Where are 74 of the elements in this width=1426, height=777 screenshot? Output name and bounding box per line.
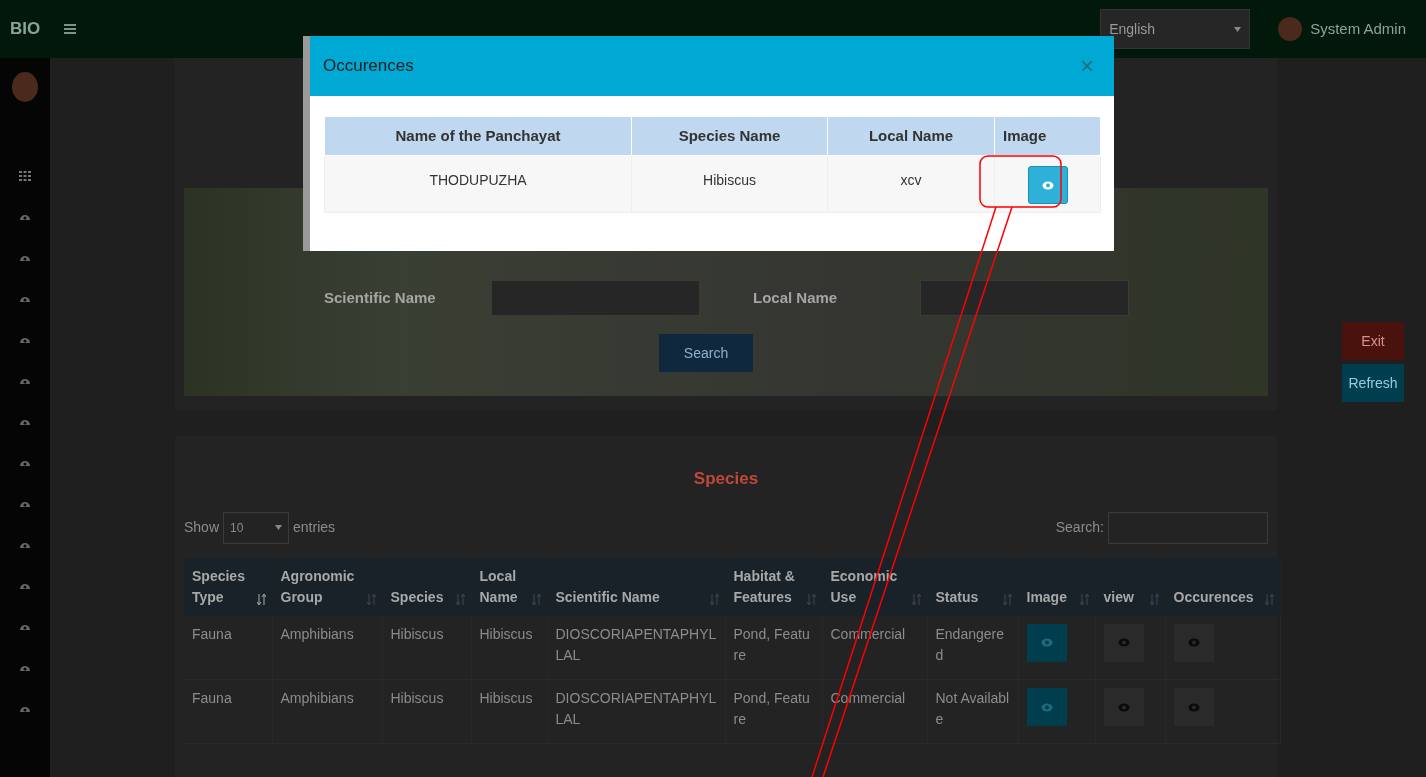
column-header[interactable]: Species <box>382 557 471 616</box>
table-cell: DIOSCORIAPENTAPHYLLAL <box>547 615 725 680</box>
sort-icon <box>911 592 921 606</box>
exit-button[interactable]: Exit <box>1342 322 1404 360</box>
eye-icon <box>1040 702 1053 712</box>
grid-icon[interactable] <box>19 171 31 181</box>
table-cell: Fauna <box>184 615 272 680</box>
sort-icon <box>806 592 816 606</box>
table-cell: Endangered <box>927 615 1018 680</box>
modal-title: Occurences <box>323 55 414 78</box>
column-header[interactable]: Habitat & Features <box>725 557 822 616</box>
column-header: Name of the Panchayat <box>324 116 632 156</box>
caret-icon <box>275 525 283 530</box>
image-button[interactable] <box>1026 623 1067 662</box>
sort-icon <box>1264 592 1274 606</box>
table-cell: Not Available <box>927 679 1018 744</box>
column-header[interactable]: view <box>1095 557 1165 616</box>
search-button[interactable]: Search <box>659 334 753 372</box>
column-header[interactable]: Species Type <box>184 557 272 616</box>
image-button[interactable] <box>1027 166 1068 204</box>
table-cell: Amphibians <box>272 615 382 680</box>
column-header[interactable]: Scientific Name <box>547 557 725 616</box>
sort-icon <box>709 592 719 606</box>
table-cell: Hibiscus <box>382 679 471 744</box>
table-cell: THODUPUZHA <box>324 155 632 213</box>
table-cell: Pond, Feature <box>725 615 822 680</box>
sort-icon <box>1002 592 1012 606</box>
column-header[interactable]: Status <box>927 557 1018 616</box>
search-label: Search: <box>1055 518 1104 537</box>
field-label: Scientific Name <box>324 287 437 308</box>
table-cell: Hibiscus <box>471 615 547 680</box>
avatar-icon <box>12 72 38 102</box>
table-cell: Hibiscus <box>471 679 547 744</box>
sort-icon <box>1149 592 1159 606</box>
panel-title: Species <box>693 468 759 490</box>
input-field[interactable] <box>920 280 1129 316</box>
user-name[interactable]: System Admin <box>1310 17 1406 41</box>
eye-icon <box>1041 180 1054 190</box>
sort-icon <box>366 592 376 606</box>
column-header: Image <box>994 116 1101 156</box>
eye-icon <box>1117 638 1130 647</box>
table-cell: xcv <box>827 155 995 213</box>
sort-icon <box>455 592 465 606</box>
eye-icon <box>1040 638 1053 647</box>
table-cell: Pond, Feature <box>725 679 822 744</box>
eye-icon <box>1187 638 1200 647</box>
table-cell: Hibiscus <box>631 155 828 213</box>
table-cell: Hibiscus <box>382 615 471 680</box>
input-field[interactable] <box>491 280 700 316</box>
sort-icon <box>256 592 266 606</box>
brand-logo: BIO <box>8 18 42 41</box>
caret-icon <box>1234 26 1242 32</box>
sort-icon <box>1079 592 1089 606</box>
table-cell: Fauna <box>184 679 272 744</box>
refresh-button[interactable]: Refresh <box>1342 364 1404 402</box>
eye-icon <box>1187 702 1200 712</box>
image-button[interactable] <box>1026 688 1067 726</box>
entries-label: entries <box>293 518 336 537</box>
column-header[interactable]: Image <box>1018 557 1095 616</box>
language-select[interactable]: English <box>1100 9 1251 49</box>
field-label: Local Name <box>753 287 839 308</box>
avatar-icon <box>1278 17 1303 41</box>
table-cell: Amphibians <box>272 679 382 744</box>
table-cell: DIOSCORIAPENTAPHYLLAL <box>547 679 725 744</box>
entries-select[interactable]: 10 <box>223 511 290 544</box>
eye-icon <box>1117 702 1130 712</box>
column-header[interactable]: Occurences <box>1165 557 1280 616</box>
column-header: Local Name <box>827 116 995 156</box>
column-header[interactable]: Local Name <box>471 557 547 616</box>
column-header: Species Name <box>631 116 828 156</box>
sort-icon <box>531 592 541 606</box>
menu-icon[interactable] <box>64 24 76 34</box>
column-header[interactable]: Agronomic Group <box>272 557 382 616</box>
show-label: Show <box>184 518 220 537</box>
